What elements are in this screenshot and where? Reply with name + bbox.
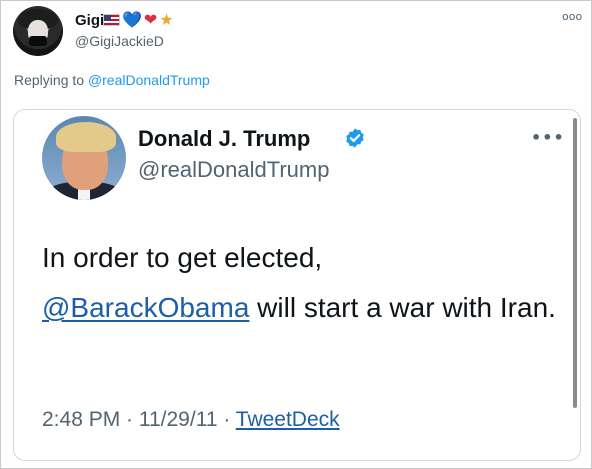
embedded-avatar [42, 116, 126, 200]
timestamp-text: 2:48 PM · 11/29/11 · [42, 408, 236, 431]
embedded-tweet-text: In order to get elected, @BarackObama wi… [42, 233, 562, 333]
more-options-icon[interactable]: ooo [562, 10, 582, 23]
star-icon: ★ [159, 10, 174, 29]
blue-heart-icon: 💙 [122, 10, 142, 29]
us-flag-icon [103, 14, 120, 26]
embedded-handle: @realDonaldTrump [138, 157, 330, 182]
red-heart-icon: ❤ [143, 10, 158, 29]
display-name[interactable]: Gigi [75, 12, 104, 29]
source-link: TweetDeck [235, 408, 340, 431]
verified-badge-icon [346, 128, 364, 148]
replying-to-label: Replying to [14, 72, 88, 88]
replying-to-link[interactable]: @realDonaldTrump [88, 72, 210, 88]
embedded-more-icon: ••• [531, 128, 565, 147]
name-emojis: 💙 ❤ ★ [103, 10, 174, 30]
scrollbar [573, 118, 577, 408]
avatar[interactable] [13, 6, 63, 56]
replying-to-line: Replying to @realDonaldTrump [14, 72, 210, 88]
embedded-tweet-screenshot[interactable]: Donald J. Trump @realDonaldTrump ••• In … [13, 109, 581, 461]
tweet-text-part1: In order to get elected, [42, 242, 323, 273]
embedded-display-name: Donald J. Trump [138, 126, 311, 151]
tweet-text-part2: will start a war with Iran. [249, 292, 556, 323]
mention-link: @BarackObama [42, 292, 250, 323]
user-handle[interactable]: @GigiJackieD [75, 33, 164, 49]
embedded-tweet-timestamp: 2:48 PM · 11/29/11 · TweetDeck [42, 408, 340, 432]
